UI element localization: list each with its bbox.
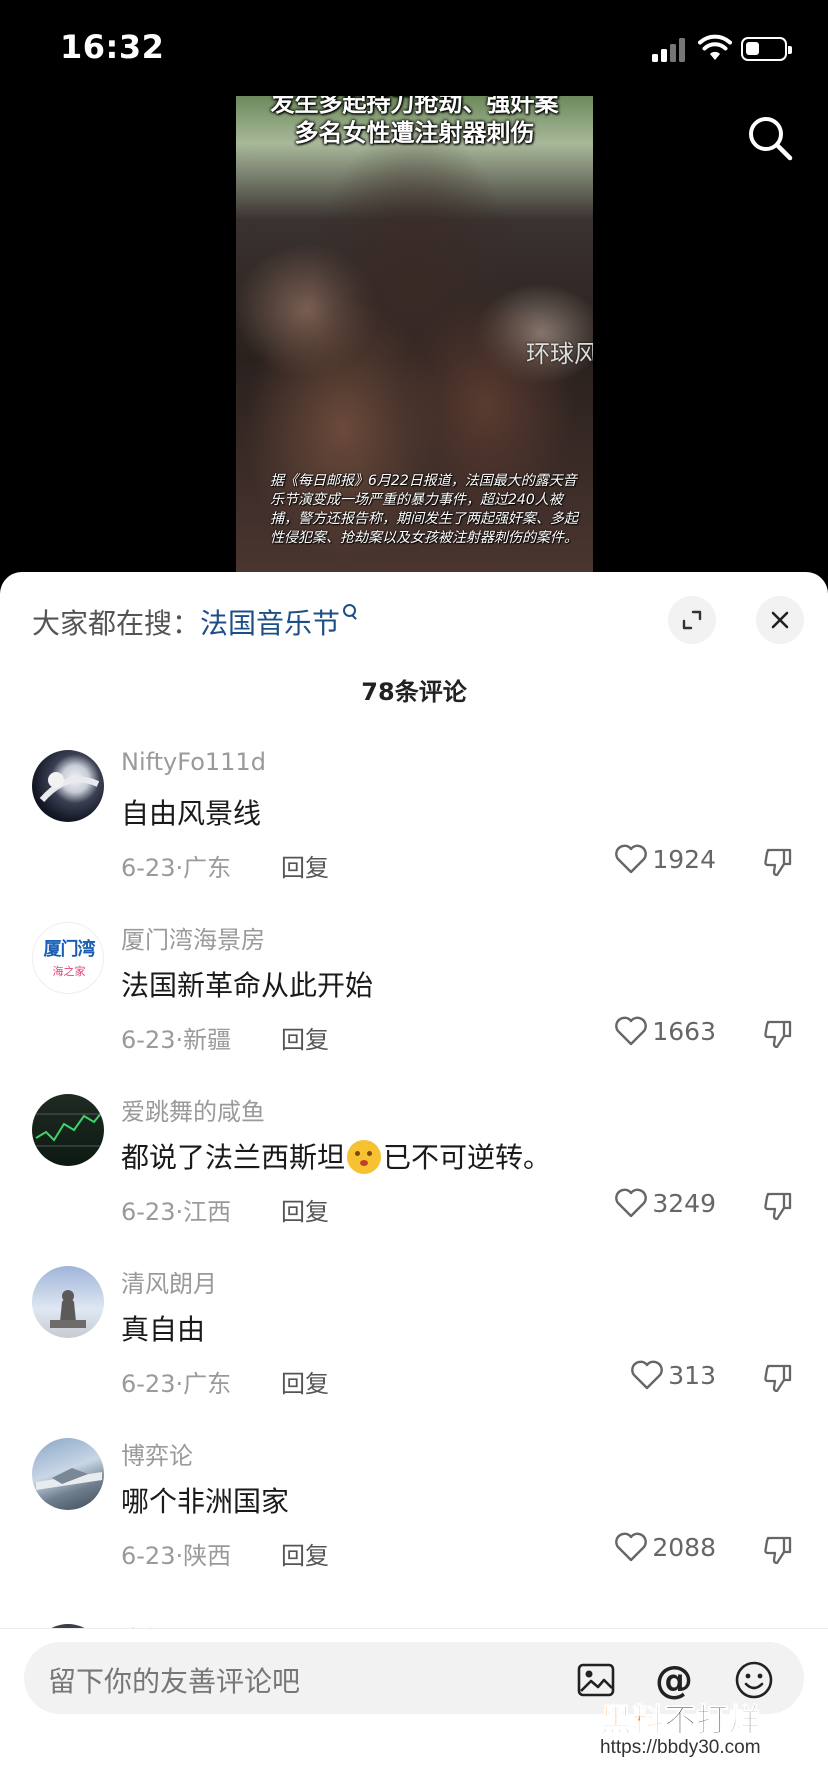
comment-username[interactable]: 博弈论 [121,1436,193,1471]
video-title-line1: 发生多起持刀抢劫、强奸案 [270,96,559,117]
video-player[interactable]: 发生多起持刀抢劫、强奸案 多名女性遭注射器刺伤 环球风 据《每日邮报》6月22日… [236,96,593,572]
video-caption: 据《每日邮报》6月22日报道，法国最大的露天音乐节演变成一场严重的暴力事件，超过… [270,473,578,546]
comment-text: 都说了法兰西斯坦 已不可逆转。 [121,1136,551,1176]
avatar-text-top: 厦门湾 [43,939,96,960]
like-button[interactable]: 3249 [614,1188,716,1218]
heart-icon [615,1188,648,1218]
like-count: 2088 [652,1532,716,1562]
comment-item: 厦门湾 海之家 厦门湾海景房 法国新革命从此开始 6-23·新疆 回复 1663 [0,922,828,1094]
like-button[interactable]: 2088 [614,1532,716,1562]
video-watermark: 环球风 [526,340,593,368]
comment-date: 6-23 [121,1026,176,1054]
comment-meta: 6-23·新疆 [121,1026,232,1054]
avatar-text-bottom: 海之家 [52,965,86,978]
watermark-url: https://bbdy30.com [600,1737,761,1758]
avatar[interactable] [32,750,104,822]
comment-item: NiftyFo111d 自由风景线 6-23·广东 回复 1924 [0,748,828,922]
comment-date: 6-23 [121,854,176,882]
comment-item: 博弈论 哪个非洲国家 6-23·陕西 回复 2088 [0,1438,828,1610]
like-count: 313 [668,1360,716,1390]
avatar[interactable] [32,1094,104,1166]
comment-location: 新疆 [183,1026,232,1054]
hot-search-term[interactable]: 法国音乐节 [200,607,340,640]
thumbs-down-icon[interactable] [762,1362,794,1394]
comment-text-before-emoji: 都说了法兰西斯坦 [121,1141,346,1174]
thumbs-down-icon[interactable] [762,1534,794,1566]
emoji-icon[interactable] [734,1660,774,1700]
hot-search-label: 大家都在搜： [32,607,201,640]
comment-location: 广东 [183,1370,232,1398]
kissing-face-emoji-icon [347,1140,382,1174]
comment-count: 78条评论 [361,678,467,706]
like-count: 3249 [652,1188,716,1218]
image-icon[interactable] [576,1660,616,1700]
watermark-logo-b: 不打烊 [664,1701,761,1740]
comment-meta: 6-23·广东 [121,854,232,882]
cellular-signal-icon [652,38,690,62]
like-count: 1663 [652,1016,716,1046]
reply-button[interactable]: 回复 [281,1020,329,1055]
comment-date: 6-23 [121,1542,176,1570]
comment-username[interactable]: 爱跳舞的咸鱼 [121,1092,265,1127]
thumbs-down-icon[interactable] [762,1018,794,1050]
expand-icon [682,610,702,630]
comment-text: 法国新革命从此开始 [121,969,374,1002]
wifi-icon [698,34,732,60]
comment-text-after-emoji: 已不可逆转。 [383,1141,552,1174]
battery-icon [741,37,792,61]
avatar[interactable] [32,1266,104,1338]
heart-icon [615,844,648,874]
status-bar: 16:32 [0,0,828,96]
watermark-logo-a: 黑料 [599,1701,665,1740]
search-small-icon [343,604,359,620]
comment-meta: 6-23·江西 [121,1198,232,1226]
comment-location: 广东 [183,854,232,882]
reply-button[interactable]: 回复 [281,848,329,883]
like-count: 1924 [652,844,716,874]
avatar[interactable]: 厦门湾 海之家 [32,922,104,994]
like-button[interactable]: 1924 [614,844,716,874]
watermark-logo: 黑料不打烊 [599,1695,761,1741]
comment-meta: 6-23·广东 [121,1370,232,1398]
site-watermark: 黑料不打烊 https://bbdy30.com [599,1695,810,1765]
like-button[interactable]: 313 [630,1360,716,1390]
like-button[interactable]: 1663 [614,1016,716,1046]
comment-location: 江西 [183,1198,232,1226]
close-button[interactable] [756,596,804,644]
status-time: 16:32 [60,28,165,66]
hot-search-bar[interactable]: 大家都在搜：法国音乐节 [32,602,359,642]
video-title-line2: 多名女性遭注射器刺伤 [294,119,535,147]
close-icon [771,611,789,629]
thumbs-down-icon[interactable] [762,846,794,878]
reply-button[interactable]: 回复 [281,1192,329,1227]
heart-icon [631,1360,664,1390]
heart-icon [615,1016,648,1046]
comment-item: 清风朗月 真自由 6-23·广东 回复 313 [0,1266,828,1438]
thumbs-down-icon[interactable] [762,1190,794,1222]
mention-icon[interactable]: @ [654,1660,694,1700]
comment-text: 哪个非洲国家 [121,1485,290,1518]
avatar[interactable] [32,1438,104,1510]
comment-username[interactable]: 清风朗月 [121,1264,217,1299]
search-icon[interactable] [744,112,796,164]
comment-sheet: 大家都在搜：法国音乐节 78条评论 NiftyFo111d 自由风景线 6-23… [0,572,828,1792]
comment-username[interactable]: 厦门湾海景房 [121,920,265,955]
comment-text: 真自由 [121,1313,206,1346]
comment-date: 6-23 [121,1370,176,1398]
comment-location: 陕西 [183,1542,232,1570]
heart-icon [615,1532,648,1562]
comment-text: 自由风景线 [121,797,262,830]
comment-meta: 6-23·陕西 [121,1542,232,1570]
reply-button[interactable]: 回复 [281,1536,329,1571]
comment-item: 爱跳舞的咸鱼 都说了法兰西斯坦 已不可逆转。 6-23·江西 回复 3249 [0,1094,828,1266]
reply-button[interactable]: 回复 [281,1364,329,1399]
comment-input-placeholder: 留下你的友善评论吧 [48,1665,301,1698]
expand-button[interactable] [668,596,716,644]
comment-date: 6-23 [121,1198,176,1226]
comment-username[interactable]: NiftyFo111d [121,748,266,776]
